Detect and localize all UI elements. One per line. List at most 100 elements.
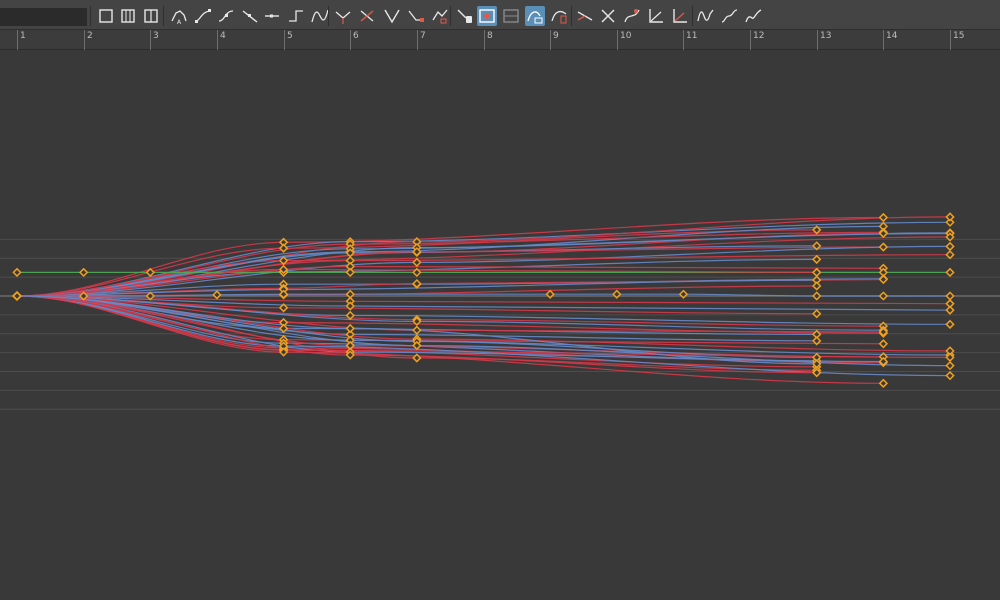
toolbar-separator (571, 6, 572, 26)
cycle-with-offset-button[interactable] (720, 6, 740, 26)
frame-selection-icon (118, 6, 138, 26)
retime-tool-button[interactable] (622, 6, 642, 26)
normalize-curves-icon (525, 6, 545, 26)
keyframe-marker[interactable] (945, 212, 955, 222)
keyframe-marker[interactable] (812, 241, 822, 251)
key-stats-icon (430, 6, 450, 26)
ruler-tick (950, 30, 951, 50)
keyframe-marker[interactable] (78, 267, 89, 278)
ruler-tick (217, 30, 218, 50)
auto-tangent-icon: A (169, 6, 189, 26)
break-tangents-button[interactable] (333, 6, 353, 26)
auto-tangent-button[interactable]: A (169, 6, 189, 26)
pre-infinity-cycle-icon (670, 6, 690, 26)
ruler-frame-label: 8 (487, 31, 493, 41)
denormalize-curves-button[interactable] (549, 6, 569, 26)
keyframe-marker[interactable] (945, 267, 955, 278)
frame-all-button[interactable] (96, 6, 116, 26)
step-tangent-button[interactable] (286, 6, 306, 26)
keyframe-marker[interactable] (812, 254, 822, 265)
free-tangent-weight-button[interactable] (382, 6, 402, 26)
ruler-frame-label: 9 (553, 31, 559, 41)
spline-tangent-button[interactable] (193, 6, 213, 26)
ruler-tick (817, 30, 818, 50)
ruler-tick (683, 30, 684, 50)
blue-animation-curve[interactable] (16, 245, 951, 297)
ruler-tick (350, 30, 351, 50)
clamped-tangent-icon (216, 6, 236, 26)
time-snap-button[interactable] (477, 6, 497, 26)
spline-tangent-icon (193, 6, 213, 26)
keyframe-marker[interactable] (945, 241, 955, 252)
keyframe-marker[interactable] (812, 267, 822, 278)
flat-tangent-button[interactable] (262, 6, 282, 26)
toolbar-separator (90, 6, 91, 26)
normalize-curves-button[interactable] (525, 6, 545, 26)
ruler-frame-label: 6 (353, 31, 359, 41)
insert-keys-icon (454, 6, 474, 26)
swap-buffer-curve-icon (598, 6, 618, 26)
frame-selection-button[interactable] (118, 6, 138, 26)
keyframe-marker[interactable] (212, 290, 222, 300)
keyframe-marker[interactable] (812, 281, 822, 291)
keyframe-marker[interactable] (945, 250, 955, 260)
graph-editor-toolbar: A (0, 0, 1000, 30)
toolbar-separator (450, 6, 451, 26)
unify-tangents-button[interactable] (357, 6, 377, 26)
keyframe-marker[interactable] (878, 291, 889, 301)
keyframe-marker[interactable] (945, 360, 955, 371)
channel-search-field[interactable] (0, 8, 87, 26)
post-infinity-cycle-button[interactable] (696, 6, 716, 26)
keyframe-marker[interactable] (345, 323, 355, 334)
keyframe-marker[interactable] (945, 319, 955, 329)
ruler-frame-label: 3 (153, 31, 159, 41)
frame-playback-range-button[interactable] (141, 6, 161, 26)
graph-area[interactable] (0, 50, 1000, 600)
step-tangent-icon (286, 6, 306, 26)
ruler-tick (84, 30, 85, 50)
post-infinity-cycle-icon (696, 6, 716, 26)
buffer-curve-snapshot-button[interactable] (575, 6, 595, 26)
keyframe-marker[interactable] (812, 309, 822, 319)
toolbar-separator (328, 6, 329, 26)
value-snap-button[interactable] (501, 6, 521, 26)
break-tangents-icon (333, 6, 353, 26)
unify-tangents-icon (357, 6, 377, 26)
keyframe-marker[interactable] (945, 291, 955, 301)
lattice-deform-icon (646, 6, 666, 26)
keyframe-marker[interactable] (878, 378, 889, 388)
plateau-tangent-button[interactable] (310, 6, 330, 26)
denormalize-curves-icon (549, 6, 569, 26)
flat-tangent-icon (262, 6, 282, 26)
lock-tangent-weight-button[interactable] (406, 6, 426, 26)
linear-tangent-button[interactable] (240, 6, 260, 26)
lattice-deform-button[interactable] (646, 6, 666, 26)
ruler-tick (17, 30, 18, 50)
keyframe-marker[interactable] (878, 212, 889, 223)
ruler-frame-label: 14 (886, 31, 898, 41)
keyframe-marker[interactable] (412, 325, 422, 335)
keyframe-marker[interactable] (945, 370, 955, 381)
keyframe-marker[interactable] (278, 243, 289, 253)
frame-ruler[interactable]: 1 2 3 4 5 6 7 8 9 10 11 12 13 14 15 (0, 30, 1000, 50)
ruler-tick (484, 30, 485, 50)
swap-buffer-curve-button[interactable] (598, 6, 618, 26)
oscillate-curve-button[interactable] (744, 6, 764, 26)
insert-keys-button[interactable] (454, 6, 474, 26)
keyframe-marker[interactable] (878, 242, 889, 252)
curve-graph[interactable] (0, 50, 1000, 600)
keyframe-marker[interactable] (812, 291, 822, 301)
value-snap-icon (501, 6, 521, 26)
retime-tool-icon (622, 6, 642, 26)
ruler-tick (617, 30, 618, 50)
keyframe-marker[interactable] (878, 339, 889, 349)
keyframe-marker[interactable] (945, 305, 955, 315)
lock-tangent-weight-icon (406, 6, 426, 26)
ruler-frame-label: 12 (753, 31, 765, 41)
ruler-frame-label: 13 (820, 31, 832, 41)
keyframe-marker[interactable] (12, 267, 22, 278)
key-stats-button[interactable] (430, 6, 450, 26)
clamped-tangent-button[interactable] (216, 6, 236, 26)
pre-infinity-cycle-button[interactable] (670, 6, 690, 26)
keyframe-marker[interactable] (12, 291, 22, 301)
